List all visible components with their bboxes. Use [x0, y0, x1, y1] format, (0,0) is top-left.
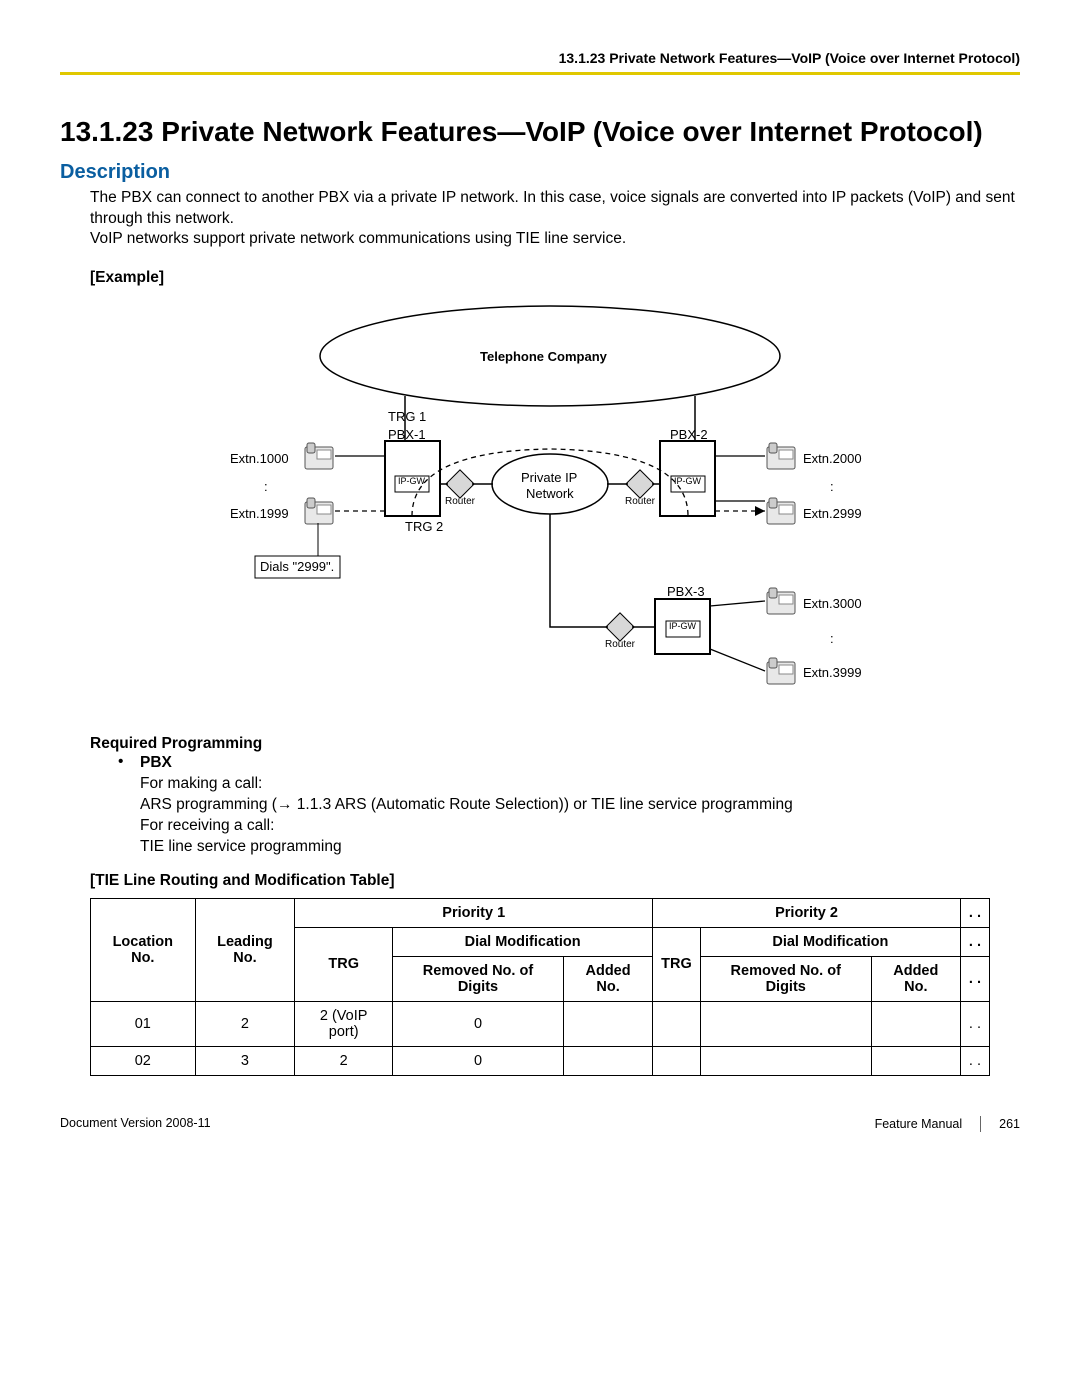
trg1-label: TRG 1	[388, 409, 426, 424]
cell-trg: 2	[295, 1046, 393, 1075]
cell-rem: 0	[393, 1046, 564, 1075]
cell-trg2	[653, 1046, 701, 1075]
phone-icon	[305, 498, 333, 524]
bullet-icon: •	[118, 753, 140, 858]
cell-lead: 3	[195, 1046, 295, 1075]
footer-manual-name: Feature Manual	[875, 1117, 963, 1131]
colon-1: :	[264, 479, 268, 494]
cell-loc: 02	[91, 1046, 196, 1075]
th-leading-no: Leading No.	[195, 898, 295, 1001]
pbx3-label: PBX-3	[667, 584, 705, 599]
description-heading: Description	[60, 161, 1020, 184]
pbx-bullet: • PBX For making a call: ARS programming…	[118, 753, 1020, 858]
network-diagram: Telephone Company TRG 1 PBX-1 PBX-2 PBX-…	[210, 301, 890, 711]
th-dialmod-2: Dial Modification	[700, 927, 960, 956]
th-removed-2: Removed No. of Digits	[700, 956, 871, 1001]
ipgw-label-2: IP-GW	[674, 476, 701, 486]
cell-add	[563, 1046, 652, 1075]
th-priority1: Priority 1	[295, 898, 653, 927]
example-label: [Example]	[90, 268, 1020, 289]
th-location-no: Location No.	[91, 898, 196, 1001]
cell-loc: 01	[91, 1001, 196, 1046]
table-row: 01 2 2 (VoIP port) 0 . .	[91, 1001, 990, 1046]
extn2000-label: Extn.2000	[803, 451, 862, 466]
pbx-l1: For making a call:	[140, 775, 262, 792]
telco-label: Telephone Company	[480, 349, 607, 364]
th-dots-3: . .	[960, 956, 989, 1001]
cell-add2	[871, 1046, 960, 1075]
th-dialmod-1: Dial Modification	[393, 927, 653, 956]
pbx-l3: For receiving a call:	[140, 817, 274, 834]
router-label-3: Router	[605, 639, 635, 650]
cell-rem: 0	[393, 1001, 564, 1046]
desc-p1: The PBX can connect to another PBX via a…	[90, 189, 1015, 227]
desc-p2: VoIP networks support private network co…	[90, 230, 626, 247]
router-label-1: Router	[445, 496, 475, 507]
section-title: 13.1.23 Private Network Features—VoIP (V…	[60, 115, 1020, 149]
tie-routing-table: Location No. Leading No. Priority 1 Prio…	[90, 898, 990, 1076]
th-priority2: Priority 2	[653, 898, 961, 927]
cell-rem2	[700, 1046, 871, 1075]
phone-icon	[767, 588, 795, 614]
cell-rem2	[700, 1001, 871, 1046]
th-trg-1: TRG	[295, 927, 393, 1001]
pbx-bullet-title: PBX	[140, 754, 172, 771]
pbx2-label: PBX-2	[670, 427, 708, 442]
th-dots-1: . .	[960, 898, 989, 927]
th-trg-2: TRG	[653, 927, 701, 1001]
cell-add	[563, 1001, 652, 1046]
dials-label: Dials "2999".	[260, 559, 334, 574]
footer-doc-version: Document Version 2008-11	[60, 1116, 211, 1132]
phone-icon	[767, 498, 795, 524]
ipgw-label-1: IP-GW	[398, 476, 425, 486]
phone-icon	[767, 658, 795, 684]
th-added-1: Added No.	[563, 956, 652, 1001]
colon-3: :	[830, 631, 834, 646]
cell-lead: 2	[195, 1001, 295, 1046]
extn1999-label: Extn.1999	[230, 506, 289, 521]
footer-page-no: 261	[999, 1117, 1020, 1131]
page: 13.1.23 Private Network Features—VoIP (V…	[0, 0, 1080, 1172]
required-programming: Required Programming • PBX For making a …	[90, 735, 1020, 890]
th-added-2: Added No.	[871, 956, 960, 1001]
th-removed-1: Removed No. of Digits	[393, 956, 564, 1001]
table-row: 02 3 2 0 . .	[91, 1046, 990, 1075]
page-footer: Document Version 2008-11 Feature Manual …	[60, 1116, 1020, 1132]
extn3000-label: Extn.3000	[803, 596, 862, 611]
th-dots-2: . .	[960, 927, 989, 956]
network-label: Network	[526, 486, 574, 501]
extn2999-label: Extn.2999	[803, 506, 862, 521]
private-ip-label: Private IP	[521, 470, 577, 485]
extn3999-label: Extn.3999	[803, 665, 862, 680]
colon-2: :	[830, 479, 834, 494]
footer-separator	[980, 1116, 981, 1132]
cell-trg: 2 (VoIP port)	[295, 1001, 393, 1046]
pbx-l2: ARS programming (→ 1.1.3 ARS (Automatic …	[140, 796, 793, 813]
cell-dots: . .	[960, 1001, 989, 1046]
cell-dots: . .	[960, 1046, 989, 1075]
pbx-l4: TIE line service programming	[140, 838, 342, 855]
phone-icon	[305, 443, 333, 469]
running-header: 13.1.23 Private Network Features—VoIP (V…	[60, 50, 1020, 66]
extn1000-label: Extn.1000	[230, 451, 289, 466]
router-label-2: Router	[625, 496, 655, 507]
cell-add2	[871, 1001, 960, 1046]
top-rule	[60, 72, 1020, 75]
description-body: The PBX can connect to another PBX via a…	[90, 188, 1020, 251]
trg2-label: TRG 2	[405, 519, 443, 534]
req-prog-heading: Required Programming	[90, 735, 1020, 753]
cell-trg2	[653, 1001, 701, 1046]
phone-icon	[767, 443, 795, 469]
pbx1-label: PBX-1	[388, 427, 426, 442]
tie-table-heading: [TIE Line Routing and Modification Table…	[90, 872, 1020, 890]
ipgw-label-3: IP-GW	[669, 621, 696, 631]
